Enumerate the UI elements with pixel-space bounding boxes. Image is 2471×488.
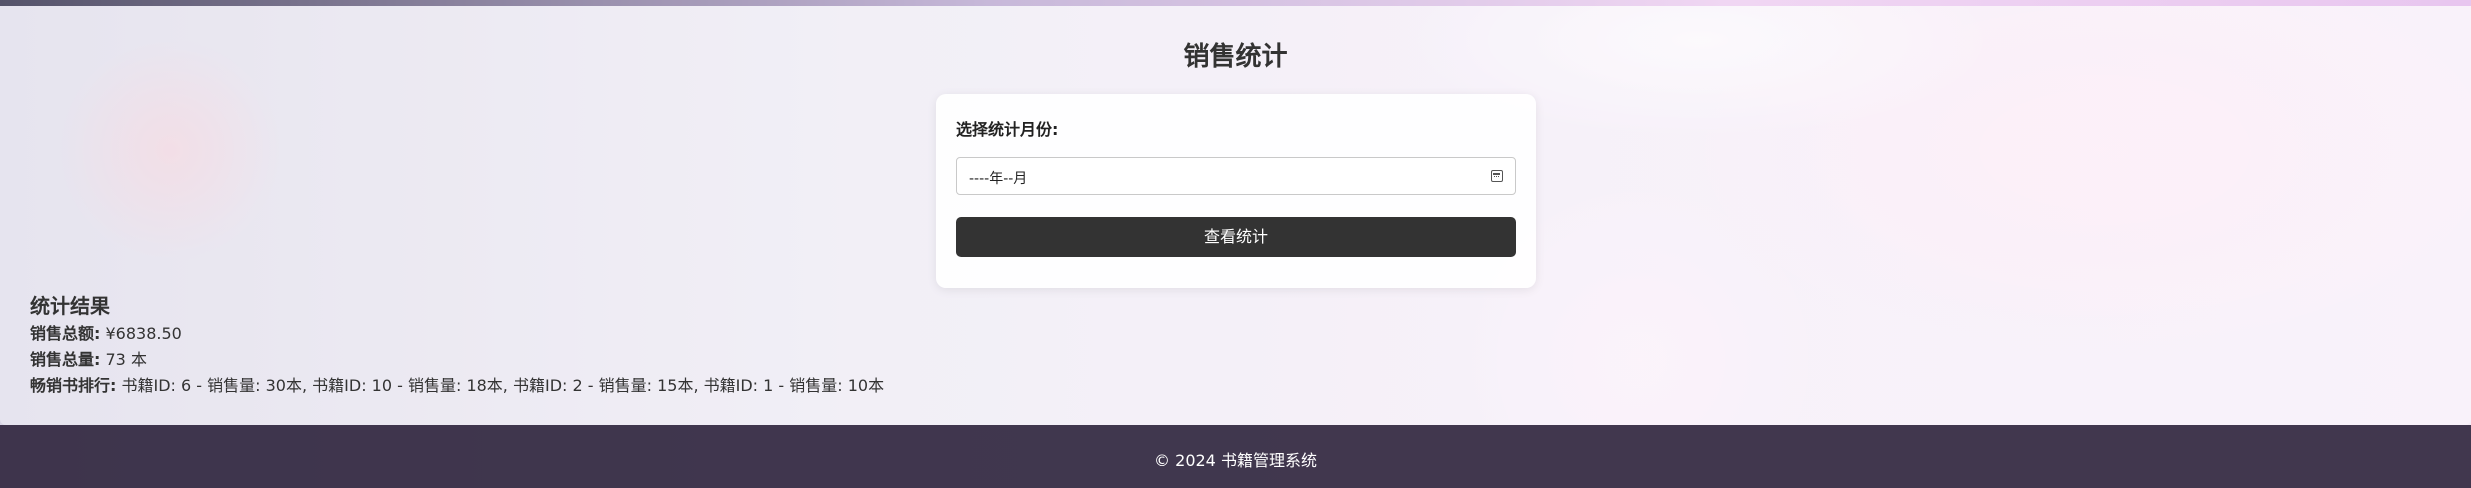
total-amount-row: 销售总额: ¥6838.50 <box>30 321 884 347</box>
view-stats-button[interactable]: 查看统计 <box>956 217 1516 257</box>
calendar-icon[interactable] <box>1491 170 1503 182</box>
footer-copyright: © 2024 书籍管理系统 <box>1154 451 1317 470</box>
bestseller-row: 畅销书排行: 书籍ID: 6 - 销售量: 30本, 书籍ID: 10 - 销售… <box>30 373 884 399</box>
total-amount-label: 销售总额: <box>30 324 101 343</box>
month-select-card: 选择统计月份: ----年--月 查看统计 <box>936 94 1536 288</box>
total-qty-label: 销售总量: <box>30 350 101 369</box>
month-input[interactable]: ----年--月 <box>956 157 1516 195</box>
bestseller-value: 书籍ID: 6 - 销售量: 30本, 书籍ID: 10 - 销售量: 18本,… <box>121 376 885 395</box>
total-qty-row: 销售总量: 73 本 <box>30 347 884 373</box>
total-amount-value: ¥6838.50 <box>105 324 182 343</box>
month-label: 选择统计月份: <box>956 120 1059 139</box>
bestseller-label: 畅销书排行: <box>30 376 117 395</box>
results-section: 统计结果 销售总额: ¥6838.50 销售总量: 73 本 畅销书排行: 书籍… <box>30 290 884 399</box>
month-input-value: ----年--月 <box>969 171 1028 187</box>
page-title: 销售统计 <box>1183 42 1288 72</box>
footer: © 2024 书籍管理系统 <box>0 425 2471 488</box>
total-qty-value: 73 本 <box>105 350 147 369</box>
results-heading: 统计结果 <box>30 294 110 318</box>
